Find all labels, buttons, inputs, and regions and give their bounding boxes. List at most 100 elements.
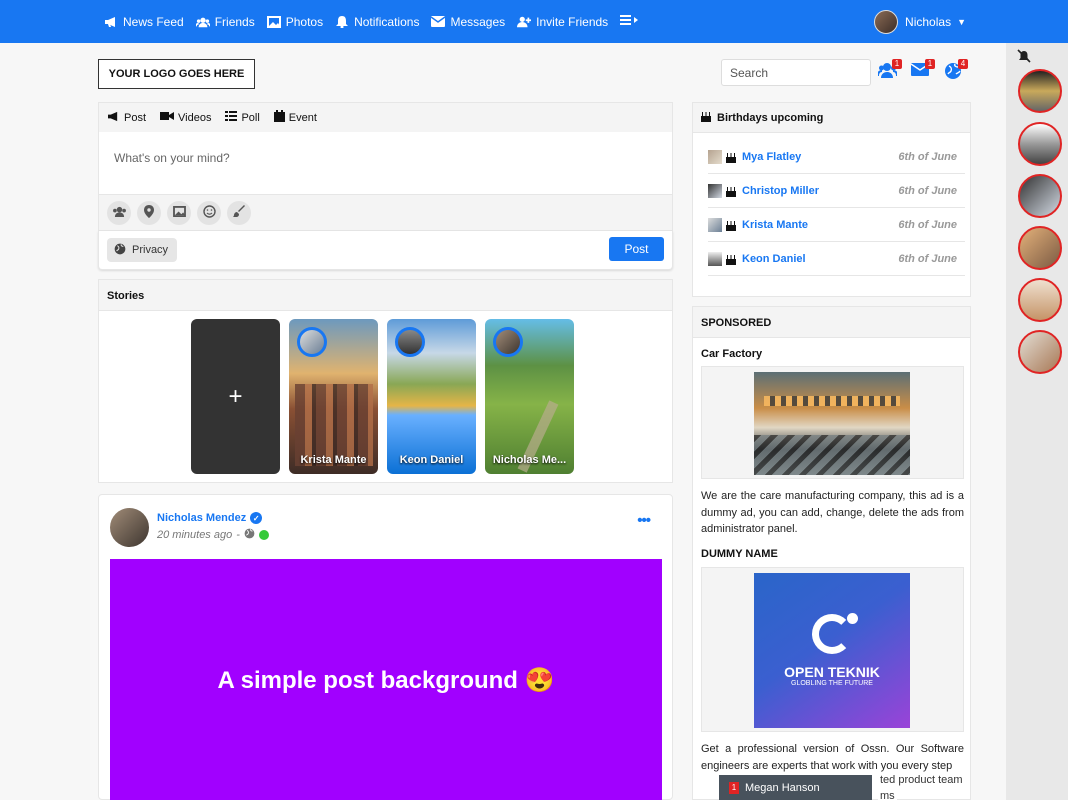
top-icon-group: 1 1 4 <box>877 59 968 83</box>
messages-badge: 1 <box>925 59 935 69</box>
calendar-icon <box>273 110 285 125</box>
bell-off-icon[interactable] <box>1017 49 1031 63</box>
tab-videos-label: Videos <box>178 111 212 124</box>
ad-image-container[interactable]: OPEN TEKNIK GLOBLING THE FUTURE <box>701 567 964 732</box>
user-avatar <box>874 10 899 34</box>
list-item[interactable]: Krista Mante 6th of June <box>708 209 965 242</box>
post-background: A simple post background 😍 <box>110 559 662 800</box>
online-status-indicator <box>258 530 269 540</box>
notifications-button[interactable]: 4 <box>944 59 968 83</box>
tab-poll[interactable]: Poll <box>225 111 260 124</box>
caret-down-icon: ▼ <box>957 17 966 27</box>
birthday-name[interactable]: Mya Flatley <box>742 151 801 163</box>
post-button[interactable]: Post <box>609 237 664 261</box>
chat-tab[interactable]: 1 Megan Hanson <box>719 775 872 800</box>
birthday-date: 6th of June <box>898 151 957 163</box>
birthday-name[interactable]: Krista Mante <box>742 219 808 231</box>
image-icon <box>266 15 281 29</box>
birthdays-header: Birthdays upcoming <box>692 102 971 133</box>
tab-event-label: Event <box>288 111 317 124</box>
site-logo[interactable]: YOUR LOGO GOES HERE <box>98 59 255 89</box>
background-brush-button[interactable] <box>227 200 251 225</box>
ad-image-container[interactable] <box>701 366 964 479</box>
friend-avatar-3[interactable] <box>1018 174 1062 218</box>
friend-avatar-6[interactable] <box>1018 330 1062 374</box>
friends-online-sidebar <box>1006 43 1068 800</box>
megaphone-icon <box>107 111 120 125</box>
nav-invite-friends[interactable]: Invite Friends <box>517 15 608 29</box>
friend-avatar-1[interactable] <box>1018 69 1062 113</box>
ad-text-fragment: ms <box>878 790 897 800</box>
story-card-krista-mante[interactable]: Krista Mante <box>289 319 378 474</box>
nav-more-menu[interactable] <box>620 14 639 29</box>
hamburger-icon <box>620 14 639 29</box>
photo-button[interactable] <box>167 200 191 225</box>
friend-avatar-5[interactable] <box>1018 278 1062 322</box>
list-item[interactable]: Keon Daniel 6th of June <box>708 243 965 276</box>
tab-videos[interactable]: Videos <box>160 111 211 124</box>
user-menu[interactable]: Nicholas ▼ <box>874 10 966 34</box>
ad-text-fragment: ted product team <box>878 774 965 786</box>
teknik-logo-icon <box>812 613 858 654</box>
location-button[interactable] <box>137 200 161 225</box>
chat-badge: 1 <box>729 781 739 794</box>
post-author-link[interactable]: Nicholas Mendez ✓ <box>157 512 263 524</box>
globe-icon <box>944 63 962 83</box>
list-item[interactable]: Mya Flatley 6th of June <box>708 141 965 174</box>
story-avatar <box>493 327 523 357</box>
users-icon <box>112 206 127 220</box>
nav-messages[interactable]: Messages <box>431 15 505 29</box>
friend-thumbnail <box>708 218 722 232</box>
status-textarea[interactable]: What's on your mind? <box>98 132 673 194</box>
nav-notifications[interactable]: Notifications <box>335 15 419 29</box>
ad-text: Get a professional version of Ossn. Our … <box>701 743 964 772</box>
birthday-date: 6th of June <box>898 185 957 197</box>
users-icon <box>877 63 898 81</box>
nav-notifications-label: Notifications <box>354 14 420 29</box>
ad-title[interactable]: DUMMY NAME <box>701 548 778 560</box>
post-time: 20 minutes ago <box>157 529 233 541</box>
story-name: Keon Daniel <box>399 454 464 466</box>
emoji-button[interactable] <box>197 200 221 225</box>
messages-button[interactable]: 1 <box>910 59 935 81</box>
search-input[interactable]: Search <box>721 59 871 86</box>
tag-friends-button[interactable] <box>107 200 131 225</box>
users-icon <box>195 15 210 29</box>
birthday-name[interactable]: Christop Miller <box>742 185 819 197</box>
paintbrush-icon <box>232 204 246 221</box>
brand-name: OPEN TEKNIK <box>784 664 880 680</box>
privacy-button[interactable]: Privacy <box>107 238 177 262</box>
nav-news-feed[interactable]: News Feed <box>104 15 184 29</box>
author-avatar[interactable] <box>110 508 149 547</box>
cake-icon <box>701 111 711 125</box>
brand-tagline: GLOBLING THE FUTURE <box>791 680 873 687</box>
friend-thumbnail <box>708 150 722 164</box>
open-teknik-image: OPEN TEKNIK GLOBLING THE FUTURE <box>754 573 910 728</box>
nav-photos[interactable]: Photos <box>266 14 324 29</box>
author-name: Nicholas Mendez <box>157 512 247 524</box>
ad-title[interactable]: Car Factory <box>701 348 762 360</box>
tab-event[interactable]: Event <box>273 110 317 125</box>
feed-post: Nicholas Mendez ✓ 20 minutes ago - ••• A s… <box>98 494 673 800</box>
nav-photos-label: Photos <box>285 14 324 29</box>
globe-icon <box>244 528 255 542</box>
story-avatar <box>297 327 327 357</box>
smile-icon <box>202 204 216 221</box>
list-item[interactable]: Christop Miller 6th of June <box>708 175 965 208</box>
friend-avatar-4[interactable] <box>1018 226 1062 270</box>
top-navigation-bar: News Feed Friends Photos Notifications M… <box>0 0 1068 43</box>
video-icon <box>160 111 175 124</box>
birthday-date: 6th of June <box>898 219 957 231</box>
add-story-button[interactable]: + <box>191 319 280 474</box>
friend-requests-button[interactable]: 1 <box>877 59 902 81</box>
list-icon <box>225 111 238 124</box>
friend-avatar-2[interactable] <box>1018 122 1062 166</box>
birthday-name[interactable]: Keon Daniel <box>742 253 806 265</box>
post-more-menu[interactable]: ••• <box>637 512 651 529</box>
story-card-keon-daniel[interactable]: Keon Daniel <box>387 319 476 474</box>
story-avatar <box>395 327 425 357</box>
image-icon <box>172 205 186 220</box>
story-card-nicholas-mendez[interactable]: Nicholas Me... <box>485 319 574 474</box>
nav-friends[interactable]: Friends <box>195 15 255 29</box>
tab-post[interactable]: Post <box>107 111 146 125</box>
